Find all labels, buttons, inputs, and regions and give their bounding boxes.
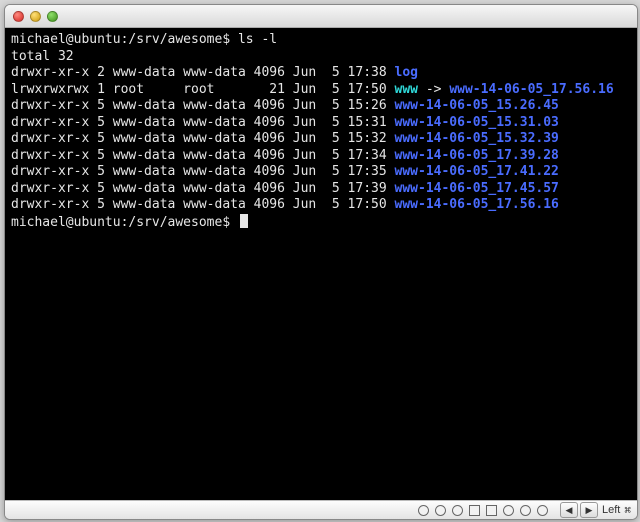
ls-entry: drwxr-xr-x 5 www-data www-data 4096 Jun … <box>11 164 631 181</box>
titlebar <box>5 5 637 28</box>
shell-prompt: michael@ubuntu:/srv/awesome$ <box>11 215 238 230</box>
status-dot-icon <box>503 505 514 516</box>
traffic-lights <box>13 11 58 22</box>
ls-entry-name: www-14-06-05_17.41.22 <box>395 164 559 179</box>
ls-entry-meta: drwxr-xr-x 5 www-data www-data 4096 Jun … <box>11 115 395 130</box>
ls-entry-name: log <box>395 65 418 80</box>
command-key-icon: ⌘ <box>624 504 631 517</box>
command-text: ls -l <box>238 32 277 47</box>
status-square-icon <box>469 505 480 516</box>
ls-entry: drwxr-xr-x 2 www-data www-data 4096 Jun … <box>11 65 631 82</box>
ls-entry-name: www <box>395 82 418 97</box>
status-dot-icon <box>537 505 548 516</box>
ls-entry-meta: lrwxrwxrwx 1 root root 21 Jun 5 17:50 <box>11 82 395 97</box>
ls-entry-name: www-14-06-05_17.56.16 <box>395 197 559 212</box>
ls-link-arrow: -> <box>418 82 449 97</box>
status-icons <box>418 505 548 516</box>
ls-entry: drwxr-xr-x 5 www-data www-data 4096 Jun … <box>11 131 631 148</box>
shell-prompt: michael@ubuntu:/srv/awesome$ <box>11 32 238 47</box>
ls-entry: drwxr-xr-x 5 www-data www-data 4096 Jun … <box>11 98 631 115</box>
ls-entry-meta: drwxr-xr-x 5 www-data www-data 4096 Jun … <box>11 197 395 212</box>
ls-entry: drwxr-xr-x 5 www-data www-data 4096 Jun … <box>11 181 631 198</box>
ls-entry: lrwxrwxrwx 1 root root 21 Jun 5 17:50 ww… <box>11 82 631 99</box>
ls-entry-name: www-14-06-05_15.26.45 <box>395 98 559 113</box>
ls-entry-name: www-14-06-05_15.31.03 <box>395 115 559 130</box>
pane-prev-button[interactable]: ◀ <box>560 502 578 518</box>
close-icon[interactable] <box>13 11 24 22</box>
ls-entry-name: www-14-06-05_17.45.57 <box>395 181 559 196</box>
pane-label: Left <box>602 504 620 516</box>
terminal-line: michael@ubuntu:/srv/awesome$ ls -l <box>11 32 631 49</box>
minimize-icon[interactable] <box>30 11 41 22</box>
ls-link-target: www-14-06-05_17.56.16 <box>449 82 613 97</box>
ls-entry: drwxr-xr-x 5 www-data www-data 4096 Jun … <box>11 197 631 214</box>
ls-entry-meta: drwxr-xr-x 5 www-data www-data 4096 Jun … <box>11 148 395 163</box>
ls-entry: drwxr-xr-x 5 www-data www-data 4096 Jun … <box>11 148 631 165</box>
ls-entry-meta: drwxr-xr-x 5 www-data www-data 4096 Jun … <box>11 164 395 179</box>
terminal-line: michael@ubuntu:/srv/awesome$ <box>11 214 631 232</box>
terminal-output[interactable]: michael@ubuntu:/srv/awesome$ ls -ltotal … <box>5 28 637 500</box>
status-dot-icon <box>435 505 446 516</box>
ls-entry-meta: drwxr-xr-x 5 www-data www-data 4096 Jun … <box>11 98 395 113</box>
statusbar: ◀ ▶ Left ⌘ <box>5 500 637 519</box>
ls-entry-meta: drwxr-xr-x 5 www-data www-data 4096 Jun … <box>11 131 395 146</box>
pane-next-button[interactable]: ▶ <box>580 502 598 518</box>
status-dot-icon <box>452 505 463 516</box>
status-square-icon <box>486 505 497 516</box>
ls-entry-meta: drwxr-xr-x 2 www-data www-data 4096 Jun … <box>11 65 395 80</box>
ls-entry: drwxr-xr-x 5 www-data www-data 4096 Jun … <box>11 115 631 132</box>
ls-entry-meta: drwxr-xr-x 5 www-data www-data 4096 Jun … <box>11 181 395 196</box>
terminal-window: michael@ubuntu:/srv/awesome$ ls -ltotal … <box>4 4 638 520</box>
total-line: total 32 <box>11 49 631 66</box>
ls-entry-name: www-14-06-05_15.32.39 <box>395 131 559 146</box>
zoom-icon[interactable] <box>47 11 58 22</box>
ls-entry-name: www-14-06-05_17.39.28 <box>395 148 559 163</box>
cursor-icon <box>240 214 248 228</box>
status-dot-icon <box>418 505 429 516</box>
status-dot-icon <box>520 505 531 516</box>
